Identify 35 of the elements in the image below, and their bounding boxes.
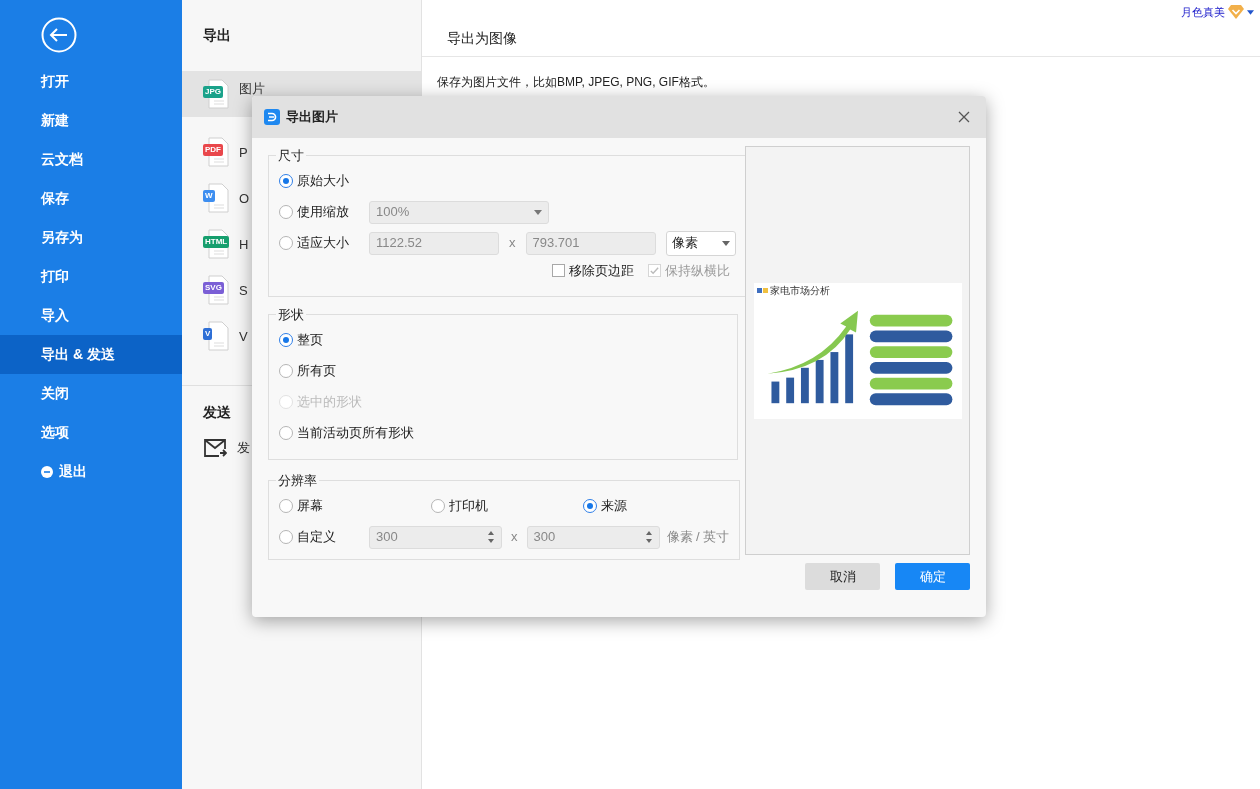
times-label: x: [511, 528, 518, 547]
format-label: O: [239, 191, 250, 205]
radio-label: 打印机: [449, 497, 488, 516]
format-badge: SVG: [203, 282, 224, 294]
times-label: x: [509, 234, 516, 253]
radio-label: 当前活动页所有形状: [297, 424, 414, 443]
radio-label: 适应大小: [297, 234, 349, 253]
radio-label: 所有页: [297, 362, 336, 381]
format-badge: V: [203, 328, 213, 340]
format-label: 图片: [239, 81, 265, 95]
format-label: P: [239, 145, 248, 159]
radio-label: 自定义: [297, 528, 336, 547]
radio-label: 使用缩放: [297, 203, 349, 222]
format-label: S: [239, 283, 248, 297]
description: 保存为图片文件，比如BMP, JPEG, PNG, GIF格式。: [437, 74, 716, 91]
format-badge: W: [203, 190, 215, 202]
format-badge: HTML: [203, 236, 230, 248]
format-label: V: [239, 329, 248, 343]
group-legend: 尺寸: [276, 146, 306, 166]
radio-label: 来源: [601, 497, 627, 516]
format-label: H: [239, 237, 249, 251]
group-legend: 形状: [276, 305, 306, 325]
radio-label: 原始大小: [297, 172, 349, 191]
group-legend: 分辨率: [276, 471, 319, 491]
checkbox-label: 保持纵横比: [664, 261, 730, 280]
content-title: 导出为图像: [446, 28, 518, 48]
radio-label: 选中的形状: [297, 393, 362, 412]
format-badge: PDF: [203, 144, 223, 156]
radio-label: 整页: [297, 331, 323, 350]
panel-title: 导出: [202, 26, 232, 45]
radio-label: 屏幕: [297, 497, 323, 516]
checkbox-label: 移除页边距: [568, 261, 634, 280]
format-badge: JPG: [203, 86, 223, 98]
unit-label: 像素 / 英寸: [666, 528, 730, 547]
preview-title: 家电市场分析: [769, 284, 830, 297]
